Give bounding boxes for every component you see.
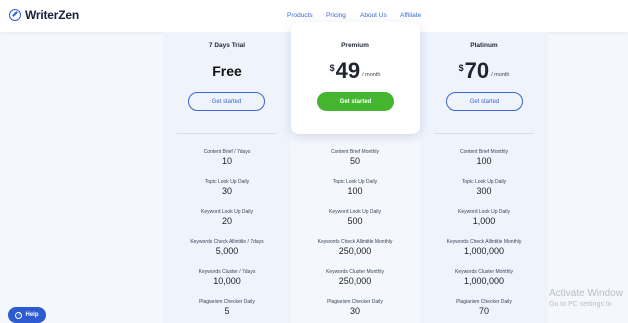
feature-value: 500 xyxy=(347,216,363,226)
help-label: Help xyxy=(25,312,39,318)
feature-value: 100 xyxy=(347,186,363,196)
feature-label: Keywords Check Allintitle Monthly xyxy=(446,239,522,245)
feature-label: Content Brief Monthly xyxy=(459,149,509,155)
plan-free: 7 Days Trial Free Get started xyxy=(163,0,291,134)
feature-label: Plagiarism Checker Daily xyxy=(456,299,512,305)
plan-name: Platinum xyxy=(470,42,498,49)
brand-name: WriterZen xyxy=(25,8,79,22)
plan-premium: Premium $ 49 / month Get started xyxy=(291,0,419,134)
get-started-premium-button[interactable]: Get started xyxy=(317,92,394,111)
feature-value: 250,000 xyxy=(338,276,372,286)
feature-value: 10,000 xyxy=(213,276,241,286)
feature-value: 70 xyxy=(478,306,489,316)
help-icon: ? xyxy=(15,311,23,319)
price-amount: 70 xyxy=(464,58,490,83)
feature-value: 20 xyxy=(221,216,232,226)
divider xyxy=(177,133,277,134)
feature-label: Content Brief / 7days xyxy=(203,149,251,155)
plan-price: Free xyxy=(212,63,242,79)
plan-price: $ 70 / month xyxy=(420,59,548,83)
feature-value: 30 xyxy=(221,186,232,196)
price-period: / month xyxy=(491,72,510,78)
feature-value: 10 xyxy=(221,156,232,166)
feature-label: Keywords Check Allintitle Monthly xyxy=(317,239,393,245)
plan-name: Premium xyxy=(341,42,369,49)
divider xyxy=(434,133,534,134)
plan-price: $ 49 / month xyxy=(291,59,419,83)
feature-value: 30 xyxy=(349,306,360,316)
feature-label: Content Brief Monthly xyxy=(330,149,380,155)
feature-value: 5 xyxy=(224,306,230,316)
feature-label: Keywords Cluster / 7days xyxy=(198,269,256,275)
feature-value: 5,000 xyxy=(215,246,239,256)
feature-value: 1,000,000 xyxy=(463,276,505,286)
feature-label: Keyword Look Up Daily xyxy=(458,209,510,215)
logo[interactable]: WriterZen xyxy=(9,8,79,22)
get-started-platinum-button[interactable]: Get started xyxy=(446,92,523,111)
activate-windows-subtext: Go to PC settings to xyxy=(549,301,612,308)
feature-value: 50 xyxy=(349,156,360,166)
plan-platinum: Platinum $ 70 / month Get started xyxy=(420,0,548,134)
activate-windows-watermark: Activate Window xyxy=(549,288,623,299)
feature-label: Keywords Cluster Monthly xyxy=(454,269,514,275)
feature-label: Topic Look Up Daily xyxy=(204,179,250,185)
feature-label: Topic Look Up Daily xyxy=(332,179,378,185)
feature-value: 300 xyxy=(476,186,492,196)
price-amount: 49 xyxy=(335,58,361,83)
feature-value: 1,000,000 xyxy=(463,246,505,256)
feature-value: 100 xyxy=(476,156,492,166)
feature-label: Keyword Look Up Daily xyxy=(329,209,381,215)
feature-label: Plagiarism Checker Daily xyxy=(199,299,255,305)
plan-name: 7 Days Trial xyxy=(208,42,246,49)
feature-label: Plagiarism Checker Daily xyxy=(327,299,383,305)
help-button[interactable]: ? Help xyxy=(8,307,46,323)
feature-value: 1,000 xyxy=(472,216,496,226)
feature-label: Keyword Look Up Daily xyxy=(201,209,253,215)
price-period: / month xyxy=(362,72,381,78)
currency-symbol: $ xyxy=(329,63,335,73)
feature-label: Topic Look Up Daily xyxy=(461,179,507,185)
feature-value: 250,000 xyxy=(338,246,372,256)
currency-symbol: $ xyxy=(458,63,464,73)
feature-label: Keywords Cluster Monthly xyxy=(325,269,385,275)
feature-label: Keywords Check Allintitle / 7days xyxy=(190,239,264,245)
get-started-free-button[interactable]: Get started xyxy=(188,92,265,111)
writerzen-logo-icon xyxy=(9,9,21,21)
